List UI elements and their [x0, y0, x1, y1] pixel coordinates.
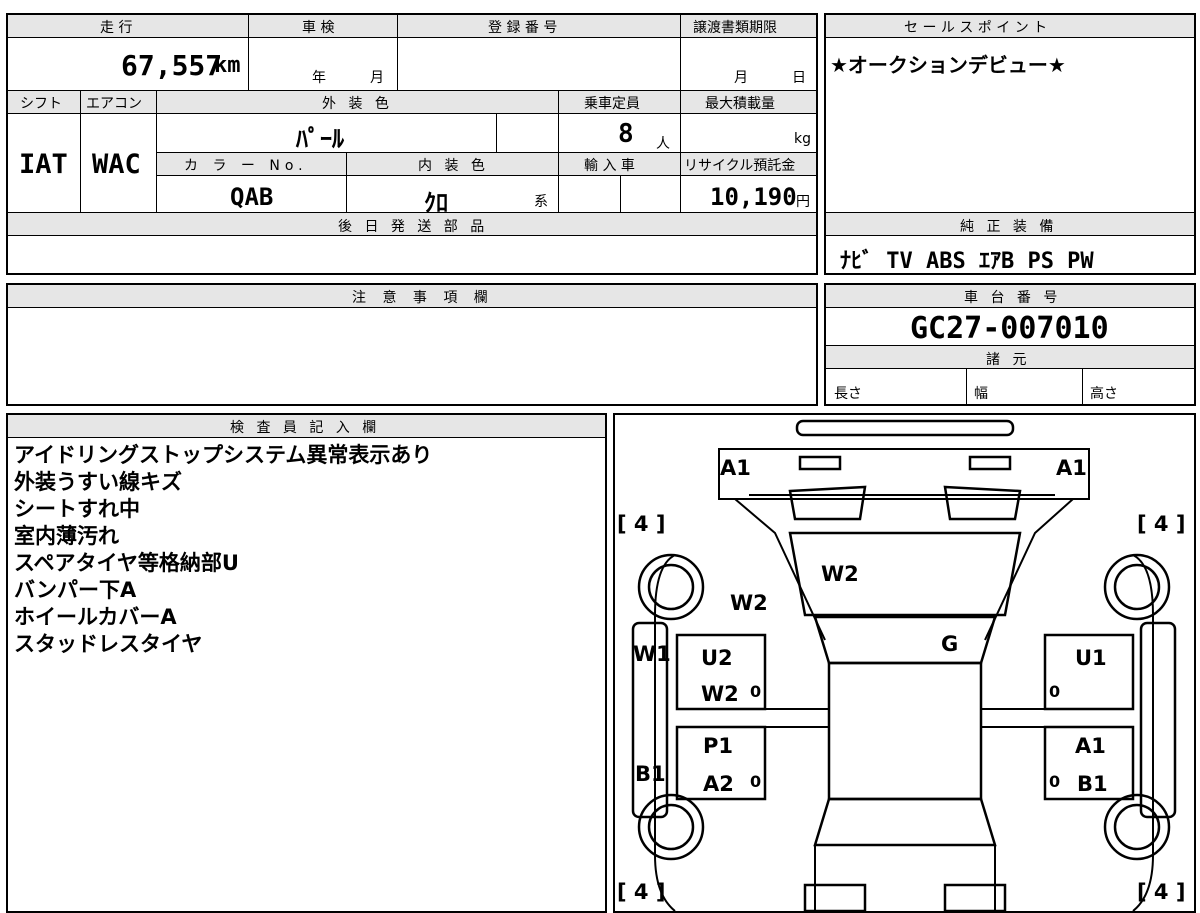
- exterior-color-value: ﾊﾟｰﾙ: [296, 125, 344, 153]
- spec-length-label: 長さ: [834, 386, 862, 402]
- inspector-note: シートすれ中: [14, 497, 140, 521]
- damage-sill-left: B1: [635, 762, 666, 786]
- registration-label: 登 録 番 号: [488, 20, 558, 36]
- mileage-unit: km: [214, 53, 241, 78]
- shift-value: IAT: [19, 149, 68, 180]
- inspector-note: スペアタイヤ等格納部U: [14, 551, 239, 575]
- door-zero-front-left: 0: [750, 682, 761, 701]
- inspector-note: 室内薄汚れ: [14, 524, 119, 548]
- aircon-label: エアコン: [86, 96, 142, 112]
- damage-front-right: A1: [1056, 456, 1087, 480]
- sales-point-label: セ ー ル ス ポ イ ン ト: [904, 20, 1048, 36]
- mileage-label: 走 行: [100, 20, 133, 36]
- interior-color-suffix: 系: [534, 194, 548, 210]
- caution-label: 注 意 事 項 欄: [352, 290, 494, 306]
- inspector-note: スタッドレスタイヤ: [14, 632, 203, 656]
- damage-front-door-left-1: U2: [701, 646, 733, 670]
- inspector-note: ホイールカバーA: [14, 605, 177, 629]
- max-load-label: 最大積載量: [705, 96, 775, 112]
- inspector-note: バンパー下A: [14, 578, 137, 602]
- capacity-value: 8: [618, 119, 634, 149]
- tire-tread-rear-left: [ 4 ]: [617, 880, 665, 904]
- damage-front-left: A1: [720, 456, 751, 480]
- color-number-label: カ ラ ー No.: [184, 158, 308, 174]
- tire-tread-front-right: [ 4 ]: [1137, 512, 1185, 536]
- tire-tread-rear-right: [ 4 ]: [1137, 880, 1185, 904]
- color-number-value: QAB: [230, 183, 274, 211]
- import-label: 輸 入 車: [584, 158, 635, 174]
- transfer-month: 月: [734, 70, 748, 86]
- door-zero-rear-right: 0: [1049, 772, 1060, 791]
- capacity-unit: 人: [656, 136, 670, 152]
- damage-window-left: W1: [633, 642, 671, 666]
- inspector-note: 外装うすい線キズ: [14, 470, 182, 494]
- recycle-fee-label: リサイクル預託金: [684, 158, 796, 174]
- shaken-year: 年: [312, 70, 326, 86]
- equipment-label: 純 正 装 備: [960, 219, 1058, 235]
- damage-roof: G: [941, 632, 958, 656]
- damage-rear-door-left-1: P1: [703, 734, 733, 758]
- damage-a-pillar-left: W2: [730, 591, 768, 615]
- car-diagram: [ 4 ] [ 4 ] [ 4 ] [ 4 ] A1 A1 W2 W2 G W1…: [617, 419, 1185, 911]
- chassis-number: GC27-007010: [910, 311, 1109, 346]
- specs-label: 諸 元: [986, 352, 1031, 368]
- max-load-unit: kg: [794, 131, 811, 147]
- transfer-deadline-label: 譲渡書類期限: [693, 20, 777, 36]
- vehicle-info-table: 走 行 車 検 登 録 番 号 譲渡書類期限 67,557 km 年 月 月 日…: [6, 13, 818, 275]
- mileage-value: 67,557: [121, 49, 223, 82]
- chassis-label: 車 台 番 号: [964, 290, 1062, 306]
- shift-label: シフト: [20, 96, 62, 112]
- interior-color-label: 内 装 色: [418, 158, 489, 174]
- door-zero-front-right: 0: [1049, 682, 1060, 701]
- caution-box: 注 意 事 項 欄: [6, 283, 818, 406]
- inspector-label: 検 査 員 記 入 欄: [230, 420, 381, 436]
- spec-width-label: 幅: [974, 386, 988, 402]
- sales-point-box: セ ー ル ス ポ イ ン ト ★オークションデビュー★ 純 正 装 備 ﾅﾋﾞ…: [824, 13, 1196, 275]
- tire-tread-front-left: [ 4 ]: [617, 512, 665, 536]
- interior-color-value: ｸﾛ: [424, 189, 448, 217]
- exterior-color-label: 外 装 色: [322, 96, 393, 112]
- sales-point-text: ★オークションデビュー★: [830, 53, 1066, 77]
- inspector-notes-box: 検 査 員 記 入 欄 アイドリングストップシステム異常表示あり 外装うすい線キ…: [6, 413, 607, 913]
- spec-height-label: 高さ: [1090, 386, 1118, 402]
- damage-front-door-right: U1: [1075, 646, 1107, 670]
- chassis-box: 車 台 番 号 GC27-007010 諸 元 長さ 幅 高さ: [824, 283, 1196, 406]
- shaken-month: 月: [370, 70, 384, 86]
- damage-windshield: W2: [821, 562, 859, 586]
- inspector-note: アイドリングストップシステム異常表示あり: [14, 443, 433, 467]
- equipment-items: ﾅﾋﾞ TV ABS ｴｱB PS PW: [840, 249, 1094, 274]
- parts-label: 後 日 発 送 部 品: [338, 219, 489, 235]
- aircon-value: WAC: [92, 149, 141, 180]
- recycle-fee-value: 10,190: [710, 183, 797, 211]
- shaken-label: 車 検: [302, 20, 335, 36]
- damage-front-door-left-2: W2: [701, 682, 739, 706]
- damage-rear-door-right-2: B1: [1077, 772, 1108, 796]
- capacity-label: 乗車定員: [584, 96, 640, 112]
- recycle-fee-unit: 円: [796, 194, 810, 210]
- door-zero-rear-left: 0: [750, 772, 761, 791]
- transfer-day: 日: [792, 70, 806, 86]
- damage-rear-door-left-2: A2: [703, 772, 734, 796]
- damage-rear-door-right-1: A1: [1075, 734, 1106, 758]
- damage-diagram-box: [ 4 ] [ 4 ] [ 4 ] [ 4 ] A1 A1 W2 W2 G W1…: [613, 413, 1196, 913]
